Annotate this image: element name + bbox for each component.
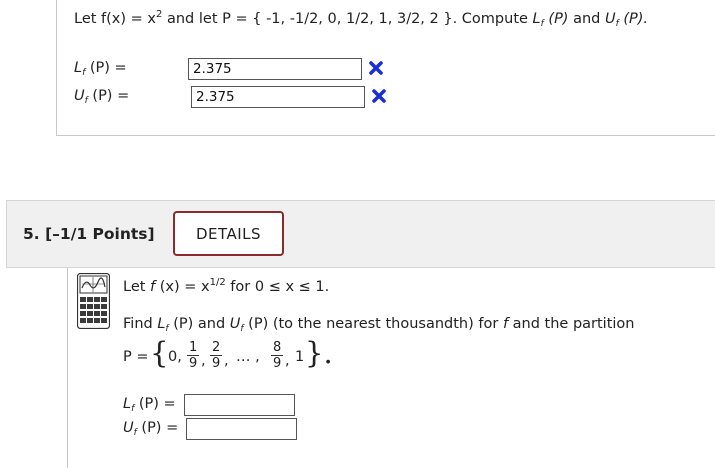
calculator-graph-icon[interactable] bbox=[77, 273, 110, 329]
partition-fraction: 89 bbox=[271, 340, 284, 371]
x-mark-icon bbox=[372, 89, 386, 103]
question-body: Let f (x) = x1/2 for 0 ≤ x ≤ 1. Find Lf … bbox=[67, 268, 715, 468]
lower-sum-label: Lf (P) = bbox=[123, 396, 176, 414]
lower-sum-name: L bbox=[532, 11, 541, 27]
partition-lhs: P = bbox=[123, 349, 149, 365]
partition-comma: , bbox=[224, 353, 229, 369]
upper-sum-label: Uf (P) = bbox=[123, 420, 179, 438]
partition-last: 1 bbox=[295, 349, 305, 365]
upper-sum-arg: (P). bbox=[618, 11, 649, 27]
function-definition: Let f (x) = x1/2 for 0 ≤ x ≤ 1. bbox=[123, 277, 330, 295]
partition-comma: , bbox=[201, 353, 206, 369]
upper-sum-name: U bbox=[604, 11, 616, 27]
statement-text: and let P = { -1, -1/2, 0, 1/2, 1, 3/2, … bbox=[162, 11, 533, 27]
lower-sum-arg: (P) bbox=[543, 11, 569, 27]
question-header: 5. [–1/1 Points] DETAILS bbox=[6, 200, 715, 268]
statement-text: Let f(x) = x bbox=[74, 11, 156, 27]
partition-close-brace: }. bbox=[305, 336, 333, 370]
x-mark-icon bbox=[369, 61, 383, 75]
statement-text: and bbox=[568, 11, 605, 27]
previous-upper-sum-input[interactable] bbox=[191, 86, 365, 108]
question-number: 5. [–1/1 Points] bbox=[23, 225, 155, 243]
upper-sum-input[interactable] bbox=[186, 418, 297, 440]
previous-question-panel: Let f(x) = x2 and let P = { -1, -1/2, 0,… bbox=[56, 0, 715, 136]
partition-fraction: 19 bbox=[187, 340, 200, 371]
upper-sum-label: Uf (P) = bbox=[74, 88, 130, 106]
partition-ellipsis: … , bbox=[236, 349, 260, 365]
partition-comma: , bbox=[285, 353, 290, 369]
partition-first: 0, bbox=[168, 349, 182, 365]
previous-question-statement: Let f(x) = x2 and let P = { -1, -1/2, 0,… bbox=[74, 9, 648, 29]
task-instruction: Find Lf (P) and Uf (P) (to the nearest t… bbox=[123, 316, 635, 334]
lower-sum-label: Lf (P) = bbox=[74, 60, 127, 78]
details-button[interactable]: DETAILS bbox=[173, 211, 284, 256]
partition-open-brace: { bbox=[150, 336, 169, 370]
previous-lower-sum-input[interactable] bbox=[188, 58, 362, 80]
partition-fraction: 29 bbox=[210, 340, 223, 371]
lower-sum-input[interactable] bbox=[184, 394, 295, 416]
